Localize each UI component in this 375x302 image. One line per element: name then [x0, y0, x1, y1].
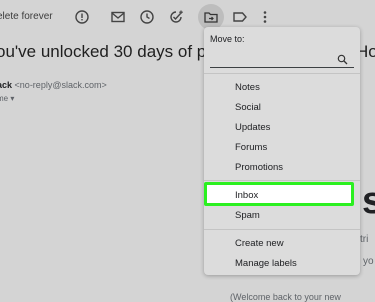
snooze-icon[interactable]	[139, 9, 155, 25]
email-sender: ack <no-reply@slack.com>	[0, 80, 107, 90]
email-body-text: tri	[360, 234, 369, 245]
menu-divider	[204, 73, 360, 74]
manage-labels-button[interactable]: Manage labels	[235, 258, 297, 269]
menu-item-social[interactable]: Social	[235, 102, 261, 113]
menu-item-inbox[interactable]: Inbox	[204, 182, 354, 206]
email-body-text: yo	[363, 256, 374, 267]
label-icon[interactable]	[232, 9, 248, 25]
search-icon[interactable]	[337, 54, 348, 65]
menu-item-notes[interactable]: Notes	[235, 82, 260, 93]
menu-item-promotions[interactable]: Promotions	[235, 162, 283, 173]
chevron-down-icon: ▾	[10, 94, 15, 103]
menu-item-spam[interactable]: Spam	[235, 210, 260, 221]
menu-item-forums[interactable]: Forums	[235, 142, 267, 153]
mark-unread-icon[interactable]	[110, 9, 126, 25]
email-body-bottom-text: (Welcome back to your new	[230, 292, 341, 302]
create-new-label-button[interactable]: Create new	[235, 238, 284, 249]
menu-divider	[204, 180, 360, 181]
menu-divider	[204, 229, 360, 230]
move-to-search-input[interactable]	[210, 51, 354, 68]
email-recipient[interactable]: me ▾	[0, 94, 14, 103]
menu-item-updates[interactable]: Updates	[235, 122, 270, 133]
delete-forever-button[interactable]: elete forever	[0, 11, 53, 22]
sender-name: ack	[0, 80, 13, 90]
move-to-title: Move to:	[210, 34, 245, 44]
sender-email: <no-reply@slack.com>	[14, 80, 107, 90]
move-to-icon[interactable]	[203, 9, 219, 25]
report-spam-icon[interactable]	[74, 9, 90, 25]
add-task-icon[interactable]	[168, 9, 184, 25]
email-body-headline: s	[362, 180, 375, 222]
recipient-label: me	[0, 94, 9, 103]
menu-item-inbox-label: Inbox	[235, 190, 259, 201]
more-vert-icon[interactable]	[257, 9, 273, 25]
move-to-menu: Move to: Notes Social Updates Forums Pro…	[204, 27, 360, 275]
